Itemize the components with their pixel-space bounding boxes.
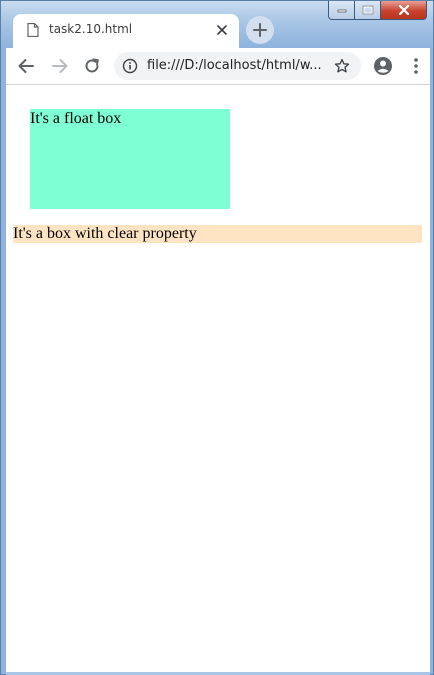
tab-title: task2.10.html: [49, 22, 133, 36]
float-box: It's a float box: [30, 109, 230, 209]
clear-box: It's a box with clear property: [13, 225, 422, 243]
reload-button[interactable]: [82, 56, 102, 76]
url-text[interactable]: file:///D:/localhost/html/w...: [147, 58, 322, 73]
plus-icon: [253, 23, 267, 37]
tab-close-icon[interactable]: [216, 24, 228, 36]
arrow-right-icon: [52, 59, 68, 73]
profile-button[interactable]: [373, 56, 393, 76]
star-icon[interactable]: [334, 58, 350, 74]
forward-button[interactable]: [50, 56, 70, 76]
menu-button[interactable]: [406, 56, 426, 76]
new-tab-button[interactable]: [246, 16, 274, 44]
arrow-left-icon: [18, 59, 34, 73]
reload-icon: [85, 58, 99, 73]
file-icon: [27, 23, 39, 37]
minimize-icon: [337, 9, 346, 13]
info-icon[interactable]: [122, 58, 138, 74]
account-circle-icon: [374, 57, 392, 75]
tab-strip: task2.10.html: [6, 14, 430, 48]
address-bar[interactable]: file:///D:/localhost/html/w...: [114, 52, 361, 80]
page-viewport: It's a float box It's a box with clear p…: [6, 85, 430, 672]
more-vert-icon: [414, 58, 418, 74]
browser-toolbar: file:///D:/localhost/html/w...: [6, 48, 430, 85]
browser-window: task2.10.html file:///D:/localhost/html/…: [0, 0, 434, 675]
back-button[interactable]: [16, 56, 36, 76]
tab-task2-10[interactable]: task2.10.html: [13, 14, 239, 48]
